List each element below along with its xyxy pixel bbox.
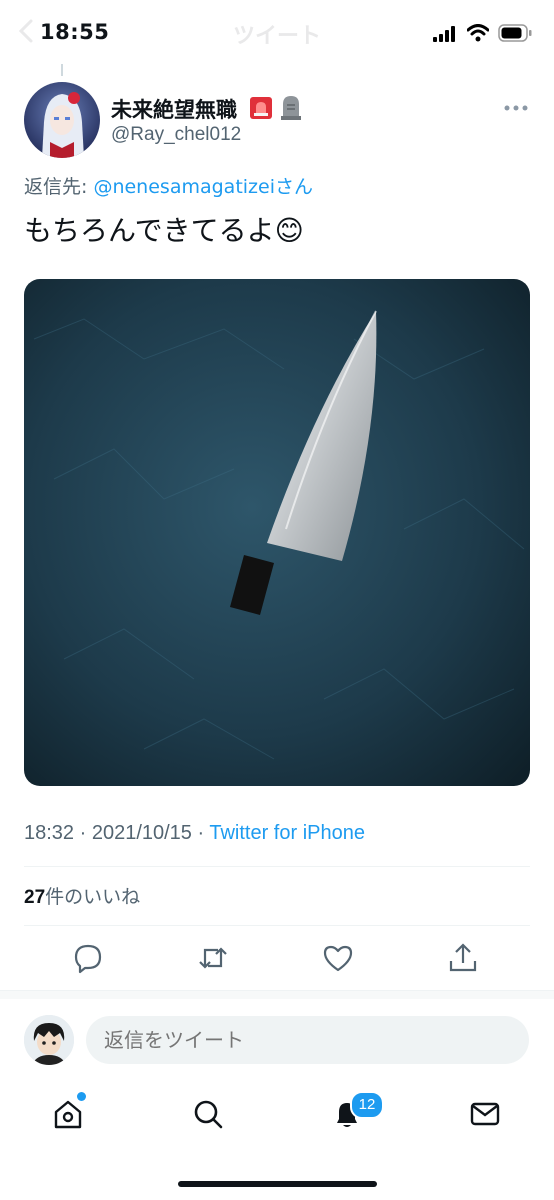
tweet-image[interactable] bbox=[24, 279, 530, 786]
more-options-icon[interactable] bbox=[503, 104, 529, 112]
wifi-icon bbox=[467, 24, 489, 42]
retweet-icon[interactable] bbox=[196, 941, 230, 975]
reply-prefix: 返信先: bbox=[24, 176, 94, 198]
cellular-signal-icon bbox=[433, 26, 455, 42]
back-icon[interactable] bbox=[18, 18, 34, 44]
reply-mention-link[interactable]: @nenesamagatizei bbox=[93, 176, 275, 198]
like-icon[interactable] bbox=[321, 941, 355, 975]
home-icon[interactable] bbox=[52, 1098, 84, 1130]
reply-input[interactable] bbox=[86, 1016, 529, 1064]
share-icon[interactable] bbox=[446, 941, 480, 975]
reply-suffix: さん bbox=[274, 176, 313, 198]
search-icon[interactable] bbox=[192, 1098, 224, 1130]
messages-icon[interactable] bbox=[469, 1098, 501, 1130]
name-emojis bbox=[249, 93, 303, 121]
home-unread-dot bbox=[77, 1092, 86, 1101]
divider bbox=[24, 925, 530, 926]
thread-connector bbox=[61, 64, 63, 76]
like-count: 27 bbox=[24, 887, 46, 908]
section-divider bbox=[0, 990, 554, 999]
home-indicator bbox=[178, 1181, 377, 1187]
like-label: 件のいいね bbox=[45, 886, 141, 908]
tweet-meta: 18:32 · 2021/10/15 · Twitter for iPhone bbox=[24, 822, 365, 845]
like-count-row[interactable]: 27件のいいね bbox=[24, 882, 140, 909]
my-avatar[interactable] bbox=[24, 1015, 74, 1065]
battery-icon bbox=[498, 24, 532, 42]
divider bbox=[24, 866, 530, 867]
handle[interactable]: @Ray_chel012 bbox=[111, 124, 241, 146]
timestamp: 18:32 · 2021/10/15 · bbox=[24, 822, 210, 844]
source-link[interactable]: Twitter for iPhone bbox=[209, 822, 365, 844]
avatar[interactable] bbox=[24, 82, 100, 158]
tweet-text: もちろんできてるよ😊 bbox=[24, 214, 304, 247]
reply-icon[interactable] bbox=[71, 941, 105, 975]
rotating-light-icon bbox=[250, 97, 272, 119]
notification-badge: 12 bbox=[350, 1091, 384, 1119]
headstone-icon bbox=[281, 96, 301, 120]
display-name[interactable]: 未来絶望無職 bbox=[111, 94, 237, 124]
reply-to-line: 返信先: @nenesamagatizeiさん bbox=[24, 172, 313, 199]
